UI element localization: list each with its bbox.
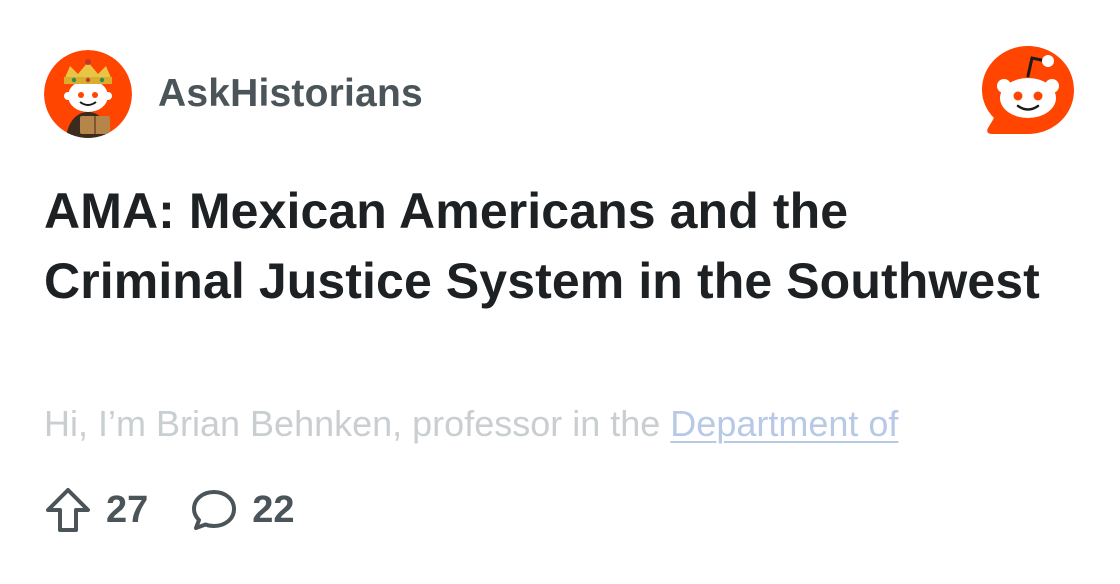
comment-stat[interactable]: 22 xyxy=(190,486,295,534)
subreddit-name[interactable]: AskHistorians xyxy=(158,72,423,116)
post-body-preview: Hi, I’m Brian Behnken, professor in the … xyxy=(44,400,1084,448)
upvote-arrow-icon[interactable] xyxy=(44,486,92,534)
comment-bubble-icon[interactable] xyxy=(190,486,238,534)
post-header: AskHistorians xyxy=(44,50,423,138)
upvote-stat[interactable]: 27 xyxy=(44,486,148,534)
post-body-text: Hi, I’m Brian Behnken, professor in the xyxy=(44,403,671,444)
reddit-logo-icon[interactable] xyxy=(978,42,1078,142)
post-stats: 27 22 xyxy=(44,486,337,534)
subreddit-avatar-icon[interactable] xyxy=(44,50,132,138)
post-share-card[interactable]: AskHistorians AMA: Mexican Americans and… xyxy=(0,0,1120,584)
body-link-department[interactable]: Department of xyxy=(670,403,898,444)
comment-count: 22 xyxy=(252,488,295,531)
upvote-count: 27 xyxy=(106,488,149,531)
post-title[interactable]: AMA: Mexican Americans and the Criminal … xyxy=(44,176,1054,316)
